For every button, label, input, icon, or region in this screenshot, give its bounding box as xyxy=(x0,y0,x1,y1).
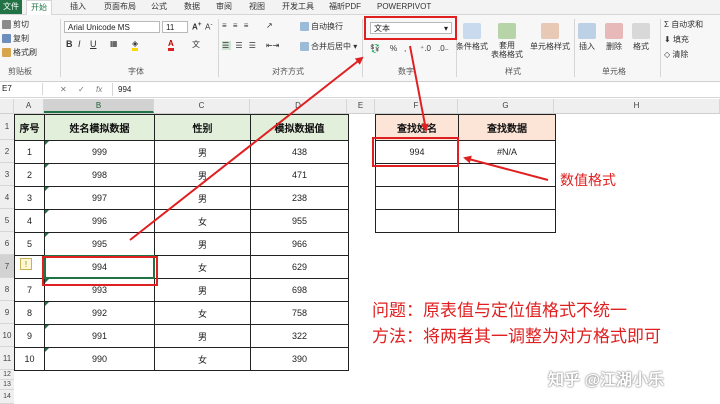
watermark: 知乎 @江湖小乐 xyxy=(548,372,665,389)
arrow-label-to-lookup xyxy=(463,155,549,181)
arrow-format-to-lookup xyxy=(409,45,429,132)
arrow-source-to-format xyxy=(129,56,364,241)
numeric-format-annotation: 数值格式 xyxy=(560,173,616,189)
method-annotation: 方法：将两者其一调整为对方格式即可 xyxy=(372,327,661,347)
problem-annotation: 问题：原表值与定位值格式不统一 xyxy=(372,301,627,321)
